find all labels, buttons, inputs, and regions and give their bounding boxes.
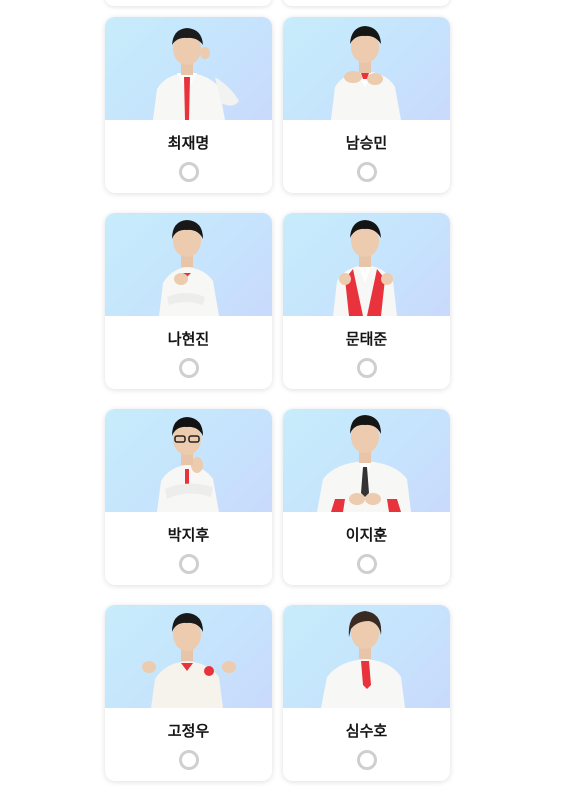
candidate-name: 나현진 [167,330,210,348]
candidate-photo [105,213,272,316]
radio-unchecked-icon[interactable] [178,162,199,182]
candidate-card[interactable]: 문태준 [283,213,450,389]
candidate-name: 남승민 [345,134,388,152]
candidate-photo [105,409,272,512]
radio-unchecked-icon[interactable] [178,358,199,378]
previous-card-left[interactable] [105,0,272,6]
candidate-card[interactable]: 최재명 [105,17,272,193]
radio-unchecked-icon[interactable] [178,554,199,574]
candidate-card[interactable]: 이지훈 [283,409,450,585]
candidate-photo [105,605,272,708]
candidate-name: 심수호 [345,722,388,740]
candidate-card[interactable]: 남승민 [283,17,450,193]
candidate-name: 최재명 [167,134,210,152]
candidate-card[interactable]: 심수호 [283,605,450,781]
candidate-card[interactable]: 나현진 [105,213,272,389]
candidate-name: 문태준 [345,330,388,348]
radio-unchecked-icon[interactable] [356,358,377,378]
candidate-card[interactable]: 고정우 [105,605,272,781]
candidate-card[interactable]: 박지후 [105,409,272,585]
candidate-photo [105,17,272,120]
radio-unchecked-icon[interactable] [356,554,377,574]
candidate-photo [283,17,450,120]
previous-card-right[interactable] [283,0,450,6]
candidate-photo [283,213,450,316]
radio-unchecked-icon[interactable] [356,162,377,182]
candidate-name: 이지훈 [345,526,388,544]
candidate-name: 고정우 [167,722,210,740]
radio-unchecked-icon[interactable] [178,750,199,770]
candidate-photo [283,605,450,708]
candidate-photo [283,409,450,512]
candidate-name: 박지후 [167,526,210,544]
vote-candidate-grid: 최재명 남승민 나현진 문태준 박지후 이지훈 고정우 심수호 [0,0,586,786]
radio-unchecked-icon[interactable] [356,750,377,770]
